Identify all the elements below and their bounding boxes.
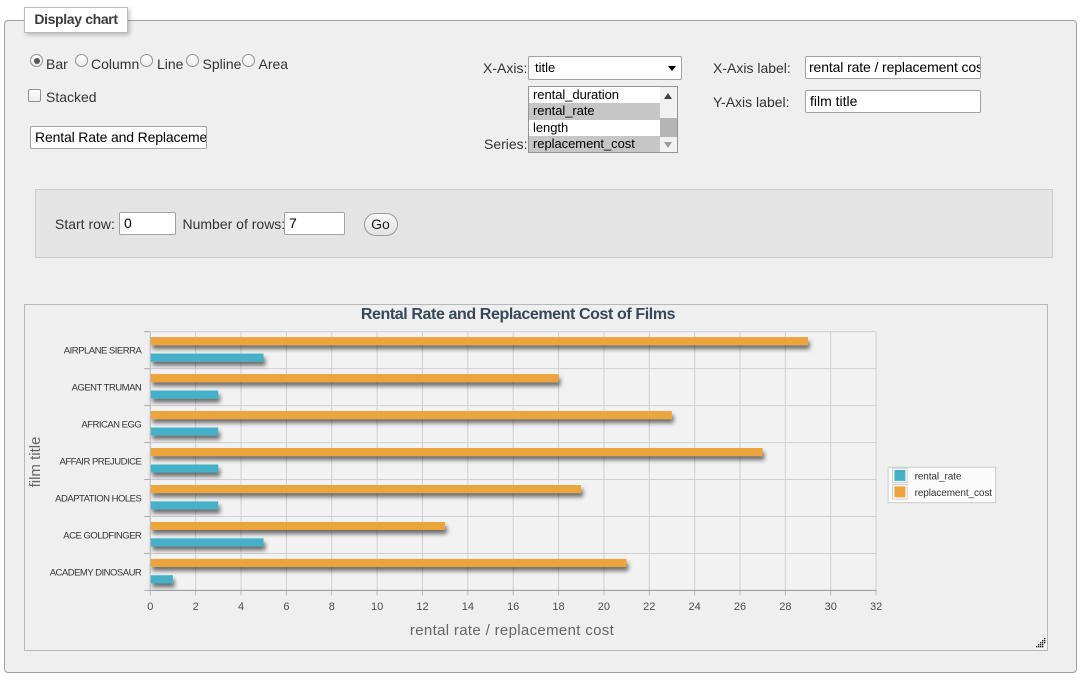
svg-text:rental_rate: rental_rate — [915, 472, 962, 483]
svg-text:AIRPLANE SIERRA: AIRPLANE SIERRA — [64, 346, 143, 357]
svg-text:AGENT TRUMAN: AGENT TRUMAN — [72, 383, 142, 394]
svg-text:AFFAIR PREJUDICE: AFFAIR PREJUDICE — [60, 457, 142, 468]
svg-text:20: 20 — [598, 601, 610, 613]
svg-text:10: 10 — [371, 601, 383, 613]
svg-text:30: 30 — [825, 601, 837, 613]
svg-text:6: 6 — [283, 601, 289, 613]
svg-text:0: 0 — [147, 601, 153, 613]
svg-text:Rental Rate and Replacement Co: Rental Rate and Replacement Cost of Film… — [361, 306, 676, 323]
svg-text:ADAPTATION HOLES: ADAPTATION HOLES — [55, 494, 141, 505]
svg-text:14: 14 — [462, 601, 474, 613]
svg-text:32: 32 — [870, 601, 882, 613]
svg-text:film title: film title — [27, 437, 44, 488]
svg-text:replacement_cost: replacement_cost — [915, 488, 993, 499]
svg-text:12: 12 — [416, 601, 428, 613]
svg-text:rental rate / replacement cost: rental rate / replacement cost — [410, 622, 615, 639]
svg-text:AFRICAN EGG: AFRICAN EGG — [81, 420, 141, 431]
svg-text:24: 24 — [689, 601, 701, 613]
svg-text:ACADEMY DINOSAUR: ACADEMY DINOSAUR — [50, 567, 142, 578]
svg-text:22: 22 — [643, 601, 655, 613]
svg-text:28: 28 — [779, 601, 791, 613]
svg-text:16: 16 — [507, 601, 519, 613]
svg-text:26: 26 — [734, 601, 746, 613]
svg-text:2: 2 — [193, 601, 199, 613]
svg-text:ACE GOLDFINGER: ACE GOLDFINGER — [63, 530, 142, 541]
svg-text:18: 18 — [552, 601, 564, 613]
svg-text:4: 4 — [238, 601, 244, 613]
svg-text:8: 8 — [329, 601, 335, 613]
